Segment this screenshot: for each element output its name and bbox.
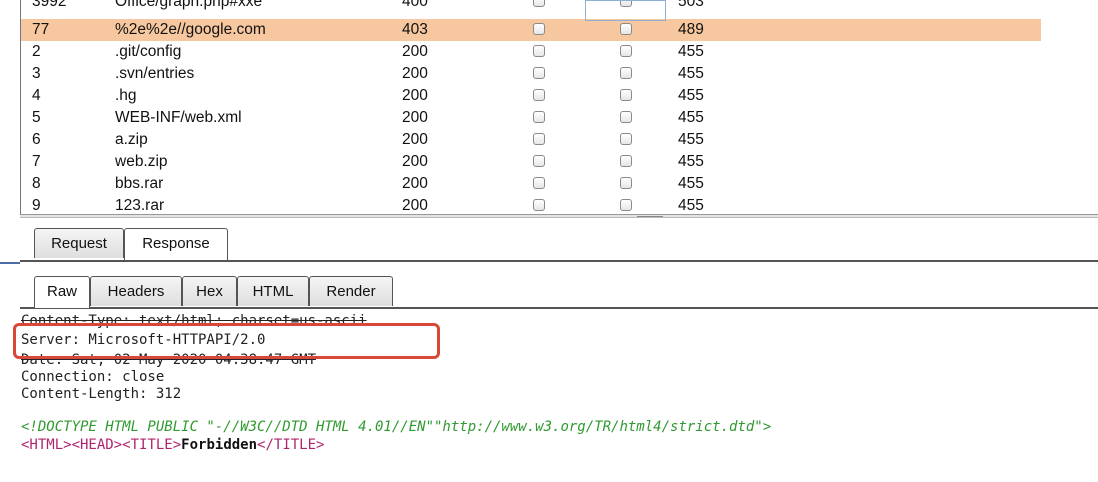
payload: 123.rar [115, 197, 165, 214]
payload: web.zip [115, 153, 168, 170]
payload: .git/config [115, 43, 182, 60]
payload: WEB-INF/web.xml [115, 109, 242, 126]
error-checkbox[interactable] [533, 89, 545, 101]
status-code: 200 [402, 109, 428, 126]
request-id: 2 [32, 43, 41, 60]
timeout-checkbox[interactable] [620, 111, 632, 123]
timeout-checkbox[interactable] [620, 23, 632, 35]
table-row[interactable]: 8 bbs.rar 200 455 [21, 173, 1041, 195]
table-right-area [1041, 0, 1098, 214]
payload: Office/graph.php#xxe [115, 0, 263, 10]
head-open-tag: <HEAD> [71, 437, 123, 453]
results-table[interactable]: 9 123.rar 200 455 8 bbs.rar 200 455 7 web.zip 200 4… [21, 0, 1041, 214]
payload: .svn/entries [115, 65, 195, 82]
error-checkbox[interactable] [533, 45, 545, 57]
payload: bbs.rar [115, 175, 164, 192]
request-id: 3992 [32, 0, 67, 10]
error-checkbox[interactable] [533, 23, 545, 35]
server-header-highlight [13, 323, 440, 359]
response-length: 455 [678, 65, 704, 82]
table-row[interactable]: 4 .hg 200 455 [21, 85, 1041, 107]
error-checkbox[interactable] [533, 177, 545, 189]
response-length: 503 [678, 0, 704, 10]
status-code: 200 [402, 87, 428, 104]
table-row[interactable]: 7 web.zip 200 455 [21, 151, 1041, 173]
error-checkbox[interactable] [533, 199, 545, 211]
tab-hex[interactable]: Hex [182, 276, 237, 306]
response-length: 455 [678, 197, 704, 214]
left-edge-marker [0, 262, 20, 264]
timeout-checkbox[interactable] [620, 177, 632, 189]
timeout-checkbox[interactable] [620, 133, 632, 145]
tab-response[interactable]: Response [124, 228, 228, 260]
timeout-checkbox[interactable] [620, 155, 632, 167]
status-code: 400 [402, 0, 428, 10]
request-id: 6 [32, 131, 41, 148]
response-length: 489 [678, 21, 704, 38]
payload: a.zip [115, 131, 148, 148]
title-close-tag: </TITLE> [257, 437, 325, 453]
timeout-checkbox[interactable] [620, 67, 632, 79]
tab-headers[interactable]: Headers [90, 276, 182, 306]
timeout-checkbox[interactable] [620, 199, 632, 211]
status-code: 403 [402, 21, 428, 38]
tab-request[interactable]: Request [34, 228, 124, 258]
html-doctype: <!DOCTYPE HTML PUBLIC "-//W3C//DTD HTML … [21, 419, 772, 435]
response-length: 455 [678, 87, 704, 104]
request-id: 7 [32, 153, 41, 170]
tab-raw[interactable]: Raw [34, 276, 90, 308]
html-head-line: <HTML><HEAD><TITLE>Forbidden</TITLE> [21, 435, 324, 455]
response-length: 455 [678, 153, 704, 170]
payload: .hg [115, 87, 137, 104]
table-row[interactable]: 5 WEB-INF/web.xml 200 455 [21, 107, 1041, 129]
error-checkbox[interactable] [533, 155, 545, 167]
table-row[interactable]: 77 %2e%2e//google.com 403 489 [21, 19, 1041, 41]
table-row[interactable]: 3 .svn/entries 200 455 [21, 63, 1041, 85]
status-code: 200 [402, 65, 428, 82]
request-id: 77 [32, 21, 50, 38]
html-open-tag: <HTML> [21, 437, 72, 453]
table-row[interactable]: 3992 Office/graph.php#xxe 400 503 [21, 0, 1041, 13]
timeout-checkbox[interactable] [620, 89, 632, 101]
tab-render[interactable]: Render [309, 276, 393, 306]
title-open-tag: <TITLE> [122, 437, 182, 453]
response-length: 455 [678, 109, 704, 126]
timeout-checkbox[interactable] [620, 45, 632, 57]
tab-html[interactable]: HTML [237, 276, 309, 306]
table-row[interactable]: 9 123.rar 200 455 [21, 195, 1041, 214]
request-id: 4 [32, 87, 41, 104]
error-checkbox[interactable] [533, 133, 545, 145]
status-code: 200 [402, 175, 428, 192]
request-id: 5 [32, 109, 41, 126]
error-checkbox[interactable] [533, 111, 545, 123]
status-code: 200 [402, 197, 428, 214]
response-length: 455 [678, 175, 704, 192]
cell-focus-outline [585, 0, 666, 21]
request-response-tabbar: Request Response [20, 218, 1098, 262]
status-code: 200 [402, 153, 428, 170]
request-id: 3 [32, 65, 41, 82]
response-length: 455 [678, 43, 704, 60]
request-id: 9 [32, 197, 41, 214]
left-edge [0, 0, 20, 482]
response-length: 455 [678, 131, 704, 148]
header-content-length: Content-Length: 312 [21, 386, 182, 402]
table-row[interactable]: 2 .git/config 200 455 [21, 41, 1041, 63]
status-code: 200 [402, 43, 428, 60]
payload: %2e%2e//google.com [115, 21, 266, 38]
title-text: Forbidden [181, 437, 258, 453]
response-view-tabbar: Raw Headers Hex HTML Render [20, 264, 1098, 309]
request-id: 8 [32, 175, 41, 192]
error-checkbox[interactable] [533, 0, 545, 7]
table-row[interactable]: 6 a.zip 200 455 [21, 129, 1041, 151]
status-code: 200 [402, 131, 428, 148]
error-checkbox[interactable] [533, 67, 545, 79]
